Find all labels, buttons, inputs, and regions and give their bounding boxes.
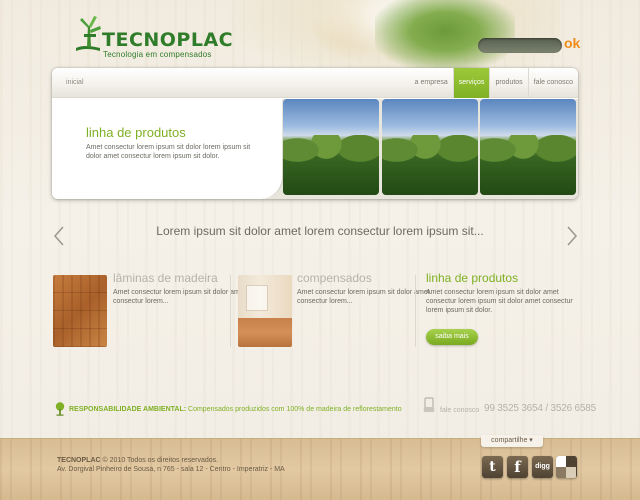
footer-address: Av. Dorgival Pinheiro de Sousa, n 765 - …	[57, 466, 285, 473]
search-input[interactable]	[478, 38, 562, 53]
logo[interactable]: TECNOPLAC Tecnologia em compensados	[72, 14, 233, 59]
column-description-compensados: Amet consectur lorem ipsum sit dolor ame…	[297, 289, 430, 305]
logo-tree-icon	[76, 16, 101, 51]
facebook-icon[interactable]: f	[507, 456, 528, 478]
share-toggle[interactable]: compartilhe ▾	[481, 435, 543, 447]
footer-copyright: TECNOPLAC © 2010 Todos os direitos reser…	[57, 456, 218, 465]
contact-phone-numbers: 99 3525 3654 / 3526 6585	[484, 403, 596, 414]
search-box: ok	[478, 36, 582, 54]
nav-home-link[interactable]: inicial	[66, 79, 84, 86]
nav-item-a-empresa[interactable]: a empresa	[410, 68, 453, 98]
column-title-compensados[interactable]: compensados	[297, 271, 372, 285]
plywood-room-image[interactable]	[238, 275, 292, 347]
column-description-linha-produtos: Amet consectur lorem ipsum sit dolor ame…	[426, 289, 573, 314]
gallery-thumbnail-1[interactable]	[283, 99, 379, 195]
column-title-laminas[interactable]: lâminas de madeira	[113, 271, 218, 285]
logo-name: TECNOPLAC	[102, 29, 234, 51]
hero-description: Amet consectur lorem ipsum sit dolor lor…	[86, 144, 251, 160]
header-tree-image	[375, 0, 515, 70]
footer-copyright-text: 2010 Todos os direitos reservados.	[109, 457, 219, 464]
column-divider	[230, 275, 231, 347]
contact-label[interactable]: fale conosco	[440, 407, 479, 414]
nav-menu: a empresa serviços produtos fale conosco	[410, 68, 578, 98]
wood-veneer-image[interactable]	[53, 275, 107, 347]
twitter-icon[interactable]: t	[482, 456, 503, 478]
delicious-icon[interactable]	[556, 456, 577, 478]
gallery-thumbnail-2[interactable]	[382, 99, 478, 195]
copyright-icon: ©	[102, 457, 108, 464]
responsibility-label: RESPONSABILIDADE AMBIENTAL:	[69, 406, 187, 413]
search-ok-button[interactable]: ok	[564, 36, 580, 50]
environmental-responsibility: RESPONSABILIDADE AMBIENTAL: Compensados …	[69, 405, 402, 414]
responsibility-text: Compensados produzidos com 100% de madei…	[188, 406, 402, 413]
gallery-thumbnail-3[interactable]	[480, 99, 576, 195]
tree-icon	[55, 402, 65, 416]
saiba-mais-button[interactable]: saiba mais	[426, 329, 478, 345]
hero-title: linha de produtos	[86, 125, 186, 140]
main-panel: inicial a empresa serviços produtos fale…	[52, 68, 578, 199]
nav-item-fale-conosco[interactable]: fale conosco	[529, 68, 578, 98]
digg-icon[interactable]: digg	[532, 456, 553, 478]
tagline: Lorem ipsum sit dolor amet lorem consect…	[156, 224, 484, 238]
column-title-linha-produtos[interactable]: linha de produtos	[426, 271, 518, 285]
footer-brand-name: TECNOPLAC	[57, 457, 101, 464]
nav-item-produtos[interactable]: produtos	[490, 68, 527, 98]
column-divider	[415, 275, 416, 347]
next-arrow-icon[interactable]	[565, 225, 579, 247]
phone-icon	[423, 397, 435, 412]
nav-item-servicos[interactable]: serviços	[453, 68, 490, 98]
navbar: inicial a empresa serviços produtos fale…	[52, 68, 578, 98]
logo-tagline: Tecnologia em compensados	[103, 50, 212, 59]
hero-card: linha de produtos Amet consectur lorem i…	[52, 99, 282, 199]
